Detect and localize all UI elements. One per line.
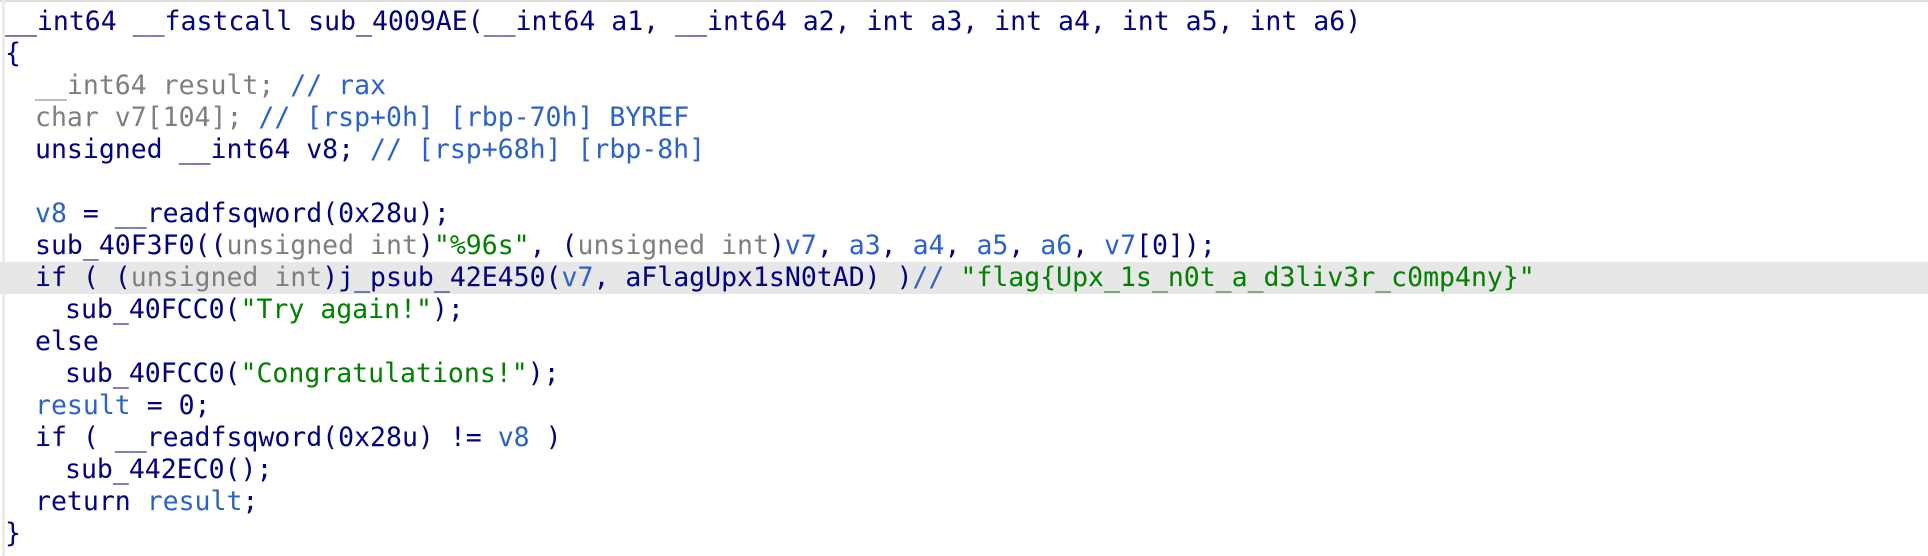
code-token-plain: ,: [880, 230, 913, 261]
code-line[interactable]: [0, 166, 1928, 198]
code-line[interactable]: sub_40FCC0("Congratulations!");: [0, 358, 1928, 390]
code-line[interactable]: __int64 __fastcall sub_4009AE(__int64 a1…: [0, 6, 1928, 38]
code-token-comment: // rax: [290, 70, 387, 101]
code-line[interactable]: sub_442EC0();: [0, 454, 1928, 486]
code-token-plain: [0]);: [1136, 230, 1216, 261]
code-token-plain: return: [35, 486, 147, 517]
code-token-plain: ,: [944, 230, 977, 261]
code-token-plain: );: [527, 358, 560, 389]
code-token-arg[interactable]: a3: [849, 230, 881, 261]
code-token-arg[interactable]: result: [147, 486, 243, 517]
code-token-plain: unsigned __int64 v8;: [35, 134, 371, 165]
code-line[interactable]: v8 = __readfsqword(0x28u);: [0, 198, 1928, 230]
code-line[interactable]: return result;: [0, 486, 1928, 518]
code-token-plain: sub_442EC0();: [65, 454, 273, 485]
code-token-plain: ): [417, 230, 434, 261]
code-token-plain: )j_psub_42E450(: [322, 262, 562, 293]
code-line[interactable]: __int64 result; // rax: [0, 70, 1928, 102]
code-token-arg[interactable]: v8: [35, 198, 67, 229]
code-token-arg[interactable]: result: [35, 390, 131, 421]
code-token-comment: // [rsp+68h] [rbp-8h]: [370, 134, 706, 165]
code-token-arg[interactable]: v7: [1104, 230, 1136, 261]
pseudocode-view[interactable]: __int64 __fastcall sub_4009AE(__int64 a1…: [0, 6, 1928, 550]
code-token-str: "Try again!": [240, 294, 432, 325]
code-line[interactable]: else: [0, 326, 1928, 358]
code-token-arg[interactable]: a5: [976, 230, 1008, 261]
code-token-plain: = __readfsqword(0x28u);: [66, 198, 450, 229]
code-token-plain: __int64 __fastcall sub_4009AE(: [5, 6, 484, 37]
code-token-arg[interactable]: v7: [785, 230, 817, 261]
code-line[interactable]: }: [0, 518, 1928, 550]
code-token-arg[interactable]: a6: [1040, 230, 1072, 261]
code-token-plain: ): [529, 422, 562, 453]
code-token-plain: );: [431, 294, 464, 325]
code-line[interactable]: unsigned __int64 v8; // [rsp+68h] [rbp-8…: [0, 134, 1928, 166]
code-token-grey: unsigned int: [577, 230, 769, 261]
window-top-border: [0, 0, 1928, 2]
code-token-plain: }: [5, 518, 21, 549]
code-token-grey: unsigned int: [130, 262, 323, 293]
code-token-plain: = 0;: [130, 390, 211, 421]
code-line[interactable]: {: [0, 38, 1928, 70]
code-token-plain: if ( __readfsqword(0x28u) !=: [35, 422, 498, 453]
code-token-comment: // [rsp+0h] [rbp-70h] BYREF: [258, 102, 690, 133]
code-line[interactable]: sub_40F3F0((unsigned int)"%96s", (unsign…: [0, 230, 1928, 262]
code-token-plain: , (: [529, 230, 578, 261]
code-token-plain: sub_40F3F0((: [35, 230, 227, 261]
code-token-plain: sub_40FCC0(: [65, 294, 241, 325]
code-token-plain: ;: [242, 486, 259, 517]
code-token-plain: else: [35, 326, 99, 357]
code-token-arg[interactable]: v8: [498, 422, 530, 453]
code-token-plain: __int64 a1, __int64 a2, int a3, int a4, …: [483, 6, 1346, 37]
code-line[interactable]: char v7[104]; // [rsp+0h] [rbp-70h] BYRE…: [0, 102, 1928, 134]
code-token-plain: ,: [1072, 230, 1105, 261]
code-token-str: "flag{Upx_1s_n0t_a_d3liv3r_c0mp4ny}": [960, 262, 1535, 293]
code-token-grey: __int64 result;: [35, 70, 291, 101]
code-token-arg[interactable]: v7: [562, 262, 594, 293]
code-line[interactable]: result = 0;: [0, 390, 1928, 422]
code-token-grey: char v7[104];: [35, 102, 259, 133]
code-line[interactable]: if ( __readfsqword(0x28u) != v8 ): [0, 422, 1928, 454]
code-line[interactable]: sub_40FCC0("Try again!");: [0, 294, 1928, 326]
code-token-grey: unsigned int: [226, 230, 418, 261]
code-token-plain: sub_40FCC0(: [65, 358, 241, 389]
code-line-current[interactable]: if ( (unsigned int)j_psub_42E450(v7, aFl…: [0, 262, 1928, 294]
code-token-plain: ,: [1008, 230, 1041, 261]
code-token-str: "%96s": [433, 230, 530, 261]
code-token-arg[interactable]: a4: [913, 230, 945, 261]
code-token-plain: ,: [816, 230, 849, 261]
code-token-comment: //: [912, 262, 961, 293]
code-token-plain: ): [768, 230, 785, 261]
code-token-plain: , aFlagUpx1sN0tAD) ): [593, 262, 913, 293]
code-token-str: "Congratulations!": [240, 358, 528, 389]
code-token-plain: {: [5, 38, 21, 69]
code-token-plain: ): [1345, 6, 1362, 37]
code-token-plain: if ( (: [35, 262, 131, 293]
